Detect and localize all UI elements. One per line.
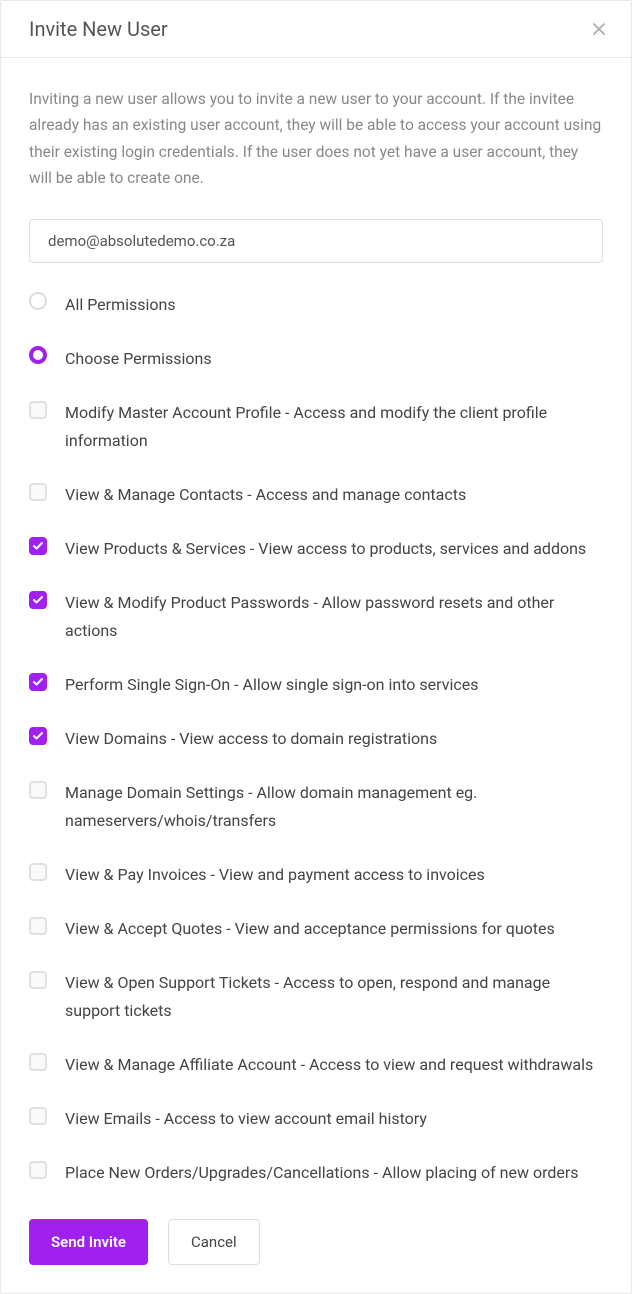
permission-label: Modify Master Account Profile - Access a…	[65, 399, 603, 455]
modal-body: Inviting a new user allows you to invite…	[1, 58, 631, 1293]
check-icon	[32, 730, 44, 742]
permission-label: View Products & Services - View access t…	[65, 535, 603, 563]
permission-row[interactable]: View & Manage Affiliate Account - Access…	[29, 1051, 603, 1079]
check-icon	[32, 540, 44, 552]
permission-checkbox[interactable]	[29, 1161, 47, 1179]
permission-label: View Emails - Access to view account ema…	[65, 1105, 603, 1133]
check-icon	[32, 676, 44, 688]
permission-checkbox[interactable]	[29, 483, 47, 501]
close-icon	[589, 19, 609, 39]
permission-checkbox[interactable]	[29, 971, 47, 989]
permission-label: Perform Single Sign-On - Allow single si…	[65, 671, 603, 699]
permission-label: View & Modify Product Passwords - Allow …	[65, 589, 603, 645]
radio-option-choose[interactable]: Choose Permissions	[29, 345, 603, 373]
permission-row[interactable]: View & Pay Invoices - View and payment a…	[29, 861, 603, 889]
invite-user-modal: Invite New User Inviting a new user allo…	[0, 0, 632, 1294]
radio-all-label: All Permissions	[65, 291, 603, 319]
permission-checkbox[interactable]	[29, 1053, 47, 1071]
permission-label: Place New Orders/Upgrades/Cancellations …	[65, 1159, 603, 1187]
permission-row[interactable]: View & Manage Contacts - Access and mana…	[29, 481, 603, 509]
permission-row[interactable]: Perform Single Sign-On - Allow single si…	[29, 671, 603, 699]
email-field[interactable]	[29, 219, 603, 263]
close-button[interactable]	[585, 15, 613, 43]
permission-checkbox[interactable]	[29, 863, 47, 881]
permission-label: View & Manage Contacts - Access and mana…	[65, 481, 603, 509]
permission-row[interactable]: View Domains - View access to domain reg…	[29, 725, 603, 753]
permission-label: View & Accept Quotes - View and acceptan…	[65, 915, 603, 943]
permission-label: Manage Domain Settings - Allow domain ma…	[65, 779, 603, 835]
permission-checkbox[interactable]	[29, 673, 47, 691]
permission-checkbox[interactable]	[29, 1107, 47, 1125]
radio-all-permissions[interactable]	[29, 292, 47, 310]
radio-option-all[interactable]: All Permissions	[29, 291, 603, 319]
radio-choose-label: Choose Permissions	[65, 345, 603, 373]
modal-title: Invite New User	[29, 17, 168, 41]
send-invite-button[interactable]: Send Invite	[29, 1219, 148, 1265]
permission-checkbox[interactable]	[29, 917, 47, 935]
permission-checkbox[interactable]	[29, 537, 47, 555]
modal-description: Inviting a new user allows you to invite…	[29, 86, 603, 191]
permission-label: View Domains - View access to domain reg…	[65, 725, 603, 753]
permission-row[interactable]: Manage Domain Settings - Allow domain ma…	[29, 779, 603, 835]
permission-row[interactable]: View Emails - Access to view account ema…	[29, 1105, 603, 1133]
permission-row[interactable]: View & Open Support Tickets - Access to …	[29, 969, 603, 1025]
permission-checkbox[interactable]	[29, 727, 47, 745]
permissions-list: Modify Master Account Profile - Access a…	[29, 399, 603, 1187]
permission-label: View & Pay Invoices - View and payment a…	[65, 861, 603, 889]
permissions-section: All Permissions Choose Permissions Modif…	[29, 291, 603, 1187]
permission-checkbox[interactable]	[29, 401, 47, 419]
permission-label: View & Manage Affiliate Account - Access…	[65, 1051, 603, 1079]
permission-checkbox[interactable]	[29, 781, 47, 799]
permission-row[interactable]: View & Accept Quotes - View and acceptan…	[29, 915, 603, 943]
check-icon	[32, 594, 44, 606]
permission-checkbox[interactable]	[29, 591, 47, 609]
radio-choose-permissions[interactable]	[29, 346, 47, 364]
permission-row[interactable]: View & Modify Product Passwords - Allow …	[29, 589, 603, 645]
permission-row[interactable]: Modify Master Account Profile - Access a…	[29, 399, 603, 455]
footer-buttons: Send Invite Cancel	[29, 1219, 603, 1265]
cancel-button[interactable]: Cancel	[168, 1219, 260, 1265]
permission-row[interactable]: View Products & Services - View access t…	[29, 535, 603, 563]
permission-row[interactable]: Place New Orders/Upgrades/Cancellations …	[29, 1159, 603, 1187]
permission-label: View & Open Support Tickets - Access to …	[65, 969, 603, 1025]
modal-header: Invite New User	[1, 1, 631, 58]
